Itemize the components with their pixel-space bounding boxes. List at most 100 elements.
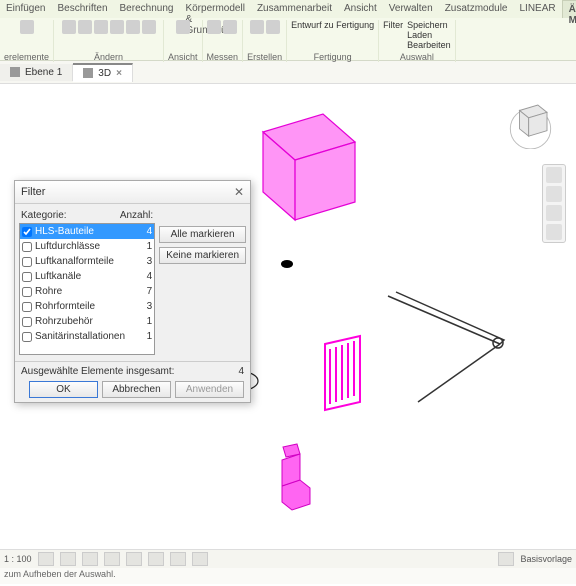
- selected-total-label: Ausgewählte Elemente insgesamt:: [21, 366, 174, 377]
- ribbon-icon[interactable]: [266, 20, 280, 34]
- nav-zoom-icon[interactable]: [546, 205, 562, 221]
- checkbox[interactable]: [22, 302, 32, 312]
- checkbox[interactable]: [22, 287, 32, 297]
- status-icon[interactable]: [38, 552, 54, 566]
- status-icon[interactable]: [192, 552, 208, 566]
- ribbon-group-label: Auswahl: [400, 52, 434, 62]
- viewport[interactable]: Filter ✕ Kategorie: Anzahl: HLS-Bauteile…: [0, 84, 576, 549]
- ribbon-group: Ändern: [54, 20, 164, 62]
- status-icon[interactable]: [170, 552, 186, 566]
- list-item[interactable]: HLS-Bauteile4: [20, 224, 154, 239]
- ribbon-link[interactable]: Speichern: [407, 20, 451, 30]
- cancel-button[interactable]: Abbrechen: [102, 381, 171, 398]
- menu-item[interactable]: Ansicht: [338, 0, 383, 18]
- view-tab-active[interactable]: 3D×: [73, 63, 133, 82]
- ribbon-group: Messen: [203, 20, 244, 62]
- ribbon-icon[interactable]: [94, 20, 108, 34]
- menu-item[interactable]: LINEAR: [514, 0, 562, 18]
- ribbon-group: erelemente: [0, 20, 54, 62]
- list-item[interactable]: Luftkanäle4: [20, 269, 154, 284]
- status-icon[interactable]: [104, 552, 120, 566]
- ribbon: Einfügen Beschriften Berechnung Körpermo…: [0, 0, 576, 61]
- close-icon[interactable]: ✕: [234, 185, 244, 199]
- category-listbox[interactable]: HLS-Bauteile4 Luftdurchlässe1 Luftkanalf…: [19, 223, 155, 355]
- select-none-button[interactable]: Keine markieren: [159, 247, 246, 264]
- column-header-count: Anzahl:: [120, 210, 153, 221]
- menu-item-active[interactable]: Ändern | Mehrfachauswahl: [562, 0, 576, 18]
- ribbon-icon[interactable]: [250, 20, 264, 34]
- dialog-titlebar[interactable]: Filter ✕: [15, 181, 250, 204]
- ribbon-icon[interactable]: [142, 20, 156, 34]
- nav-wheel-icon[interactable]: [546, 167, 562, 183]
- checkbox[interactable]: [22, 242, 32, 252]
- view-tab[interactable]: Ebene 1: [0, 64, 73, 81]
- select-all-button[interactable]: Alle markieren: [159, 226, 246, 243]
- ribbon-body: erelemente Ändern Ansicht Messen Erstell…: [0, 18, 576, 64]
- view-tabbar: Ebene 1 3D×: [0, 61, 576, 84]
- close-icon[interactable]: ×: [116, 68, 122, 79]
- list-item[interactable]: Rohre7: [20, 284, 154, 299]
- status-icon[interactable]: [148, 552, 164, 566]
- ribbon-group-label: erelemente: [4, 52, 49, 62]
- ok-button[interactable]: OK: [29, 381, 98, 398]
- list-item[interactable]: Sanitärinstallationen1: [20, 329, 154, 344]
- ribbon-icon[interactable]: [110, 20, 124, 34]
- ribbon-icon[interactable]: [176, 20, 190, 34]
- menu-item[interactable]: Verwalten: [383, 0, 439, 18]
- menu-item[interactable]: Zusatzmodule: [439, 0, 514, 18]
- list-item[interactable]: Rohrformteile3: [20, 299, 154, 314]
- column-header-category: Kategorie:: [21, 210, 67, 221]
- object-hls-cube[interactable]: [263, 114, 355, 220]
- ribbon-group-label: Ansicht: [168, 52, 198, 62]
- status-icon[interactable]: [82, 552, 98, 566]
- object-toilet[interactable]: [282, 444, 310, 510]
- menu-item[interactable]: Beschriften: [51, 0, 113, 18]
- list-item[interactable]: Luftkanalformteile3: [20, 254, 154, 269]
- checkbox[interactable]: [22, 227, 32, 237]
- status-icon[interactable]: [60, 552, 76, 566]
- menu-item[interactable]: Zusammenarbeit: [251, 0, 338, 18]
- object-pipes[interactable]: [388, 292, 504, 402]
- ribbon-icon[interactable]: [223, 20, 237, 34]
- nav-orbit-icon[interactable]: [546, 224, 562, 240]
- apply-button[interactable]: Anwenden: [175, 381, 244, 398]
- cube3d-icon: [83, 68, 93, 78]
- ribbon-link[interactable]: Bearbeiten: [407, 40, 451, 50]
- ribbon-group-auswahl: Filter Speichern Laden Bearbeiten Auswah…: [379, 20, 456, 62]
- checkbox[interactable]: [22, 332, 32, 342]
- object-radiator[interactable]: [325, 336, 360, 410]
- ribbon-link[interactable]: Laden: [407, 30, 451, 40]
- list-item[interactable]: Rohrzubehör1: [20, 314, 154, 329]
- viewcube[interactable]: [503, 94, 558, 149]
- entwurf-button[interactable]: Entwurf zu Fertigung: [291, 20, 374, 30]
- object-dot[interactable]: [281, 260, 293, 268]
- scale-readout[interactable]: 1 : 100: [4, 554, 32, 564]
- menu-item[interactable]: Einfügen: [0, 0, 51, 18]
- menubar: Einfügen Beschriften Berechnung Körpermo…: [0, 0, 576, 18]
- selected-total-value: 4: [238, 366, 244, 377]
- menu-item[interactable]: Berechnung: [114, 0, 180, 18]
- ribbon-group-label: Messen: [207, 52, 239, 62]
- template-name[interactable]: Basisvorlage: [520, 554, 572, 564]
- sheet-icon: [10, 67, 20, 77]
- checkbox[interactable]: [22, 272, 32, 282]
- ribbon-icon[interactable]: [126, 20, 140, 34]
- ribbon-group-label: Fertigung: [314, 52, 352, 62]
- checkbox[interactable]: [22, 317, 32, 327]
- ribbon-icon[interactable]: [62, 20, 76, 34]
- ribbon-icon[interactable]: [207, 20, 221, 34]
- status-icon[interactable]: [498, 552, 514, 566]
- list-item[interactable]: Luftdurchlässe1: [20, 239, 154, 254]
- status-icon[interactable]: [126, 552, 142, 566]
- navigation-bar[interactable]: [542, 164, 566, 243]
- checkbox[interactable]: [22, 257, 32, 267]
- ribbon-icon[interactable]: [20, 20, 34, 34]
- filter-button[interactable]: Filter: [383, 20, 403, 50]
- ribbon-icon[interactable]: [78, 20, 92, 34]
- dialog-title: Filter: [21, 186, 45, 198]
- ribbon-group: Ansicht: [164, 20, 203, 62]
- nav-pan-icon[interactable]: [546, 186, 562, 202]
- ribbon-group-label: Ändern: [94, 52, 123, 62]
- ribbon-group-fertigung: Entwurf zu Fertigung Fertigung: [287, 20, 379, 62]
- menu-item[interactable]: Körpermodell & Grundstück: [179, 0, 250, 18]
